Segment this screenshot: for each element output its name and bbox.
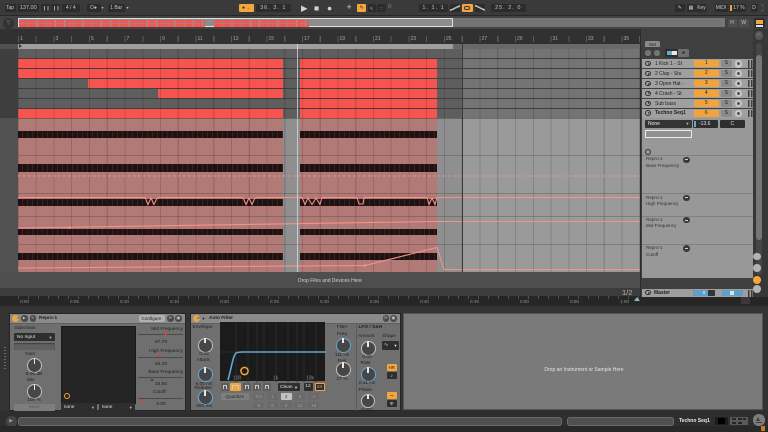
svg-text:1k: 1k <box>273 376 279 382</box>
svg-text:100: 100 <box>233 376 242 382</box>
svg-text:10k: 10k <box>306 376 315 382</box>
